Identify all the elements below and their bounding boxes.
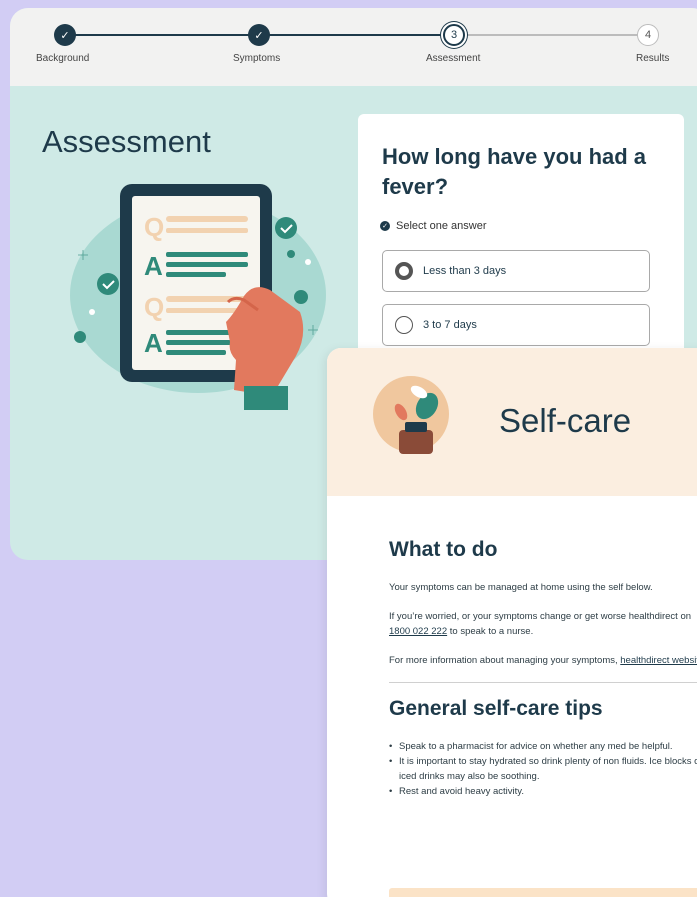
what-to-do-paragraph-2: If you’re worried, or your symptoms chan… (389, 609, 697, 639)
progress-stepper: ✓ Background ✓ Symptoms 3 Assessment 4 R… (10, 8, 697, 86)
step-4-label: Results (636, 53, 670, 64)
radio-selected-icon[interactable] (395, 262, 413, 280)
answer-option-less-than-3-days[interactable]: Less than 3 days (382, 250, 650, 292)
step-3-number: 3 (450, 29, 458, 41)
paragraph-text: For more information about managing your… (389, 655, 621, 666)
question-title: How long have you had a fever? (382, 144, 647, 199)
check-icon: ✓ (60, 29, 70, 42)
divider (389, 682, 697, 683)
step-4-indicator: 4 (637, 24, 659, 46)
tips-heading: General self-care tips (389, 697, 603, 720)
what-to-do-paragraph-1: Your symptoms can be managed at home usi… (389, 582, 653, 593)
step-3-indicator: 3 (443, 24, 465, 46)
question-hint-text: Select one answer (396, 220, 487, 232)
what-to-do-paragraph-3: For more information about managing your… (389, 653, 697, 668)
selfcare-bottom-band (389, 888, 697, 897)
answer-option-label: 3 to 7 days (423, 319, 477, 331)
paragraph-text: to speak to a nurse. (447, 626, 534, 637)
list-item: It is important to stay hydrated so drin… (389, 754, 697, 784)
step-1-check-icon[interactable]: ✓ (54, 24, 76, 46)
list-item: Speak to a pharmacist for advice on whet… (389, 739, 697, 754)
paragraph-text: If you’re worried, or your symptoms chan… (389, 611, 692, 622)
step-2-label: Symptoms (233, 53, 281, 64)
medication-icon (373, 376, 449, 454)
radio-unselected-icon[interactable] (395, 316, 413, 334)
check-circle-icon: ✓ (380, 221, 390, 231)
check-icon: ✓ (254, 29, 264, 42)
selfcare-title: Self-care (499, 402, 632, 439)
tips-list: Speak to a pharmacist for advice on whet… (389, 739, 697, 799)
answer-option-3-to-7-days[interactable]: 3 to 7 days (382, 304, 650, 346)
answer-option-label: Less than 3 days (423, 265, 507, 277)
step-2-check-icon[interactable]: ✓ (248, 24, 270, 46)
phone-link[interactable]: 1800 022 222 (389, 626, 447, 637)
selfcare-header: Self-care (327, 348, 697, 496)
step-3-label: Assessment (426, 53, 481, 64)
svg-text:A: A (144, 251, 163, 281)
page-title: Assessment (42, 124, 211, 159)
selfcare-body: What to do Your symptoms can be managed … (389, 538, 697, 799)
healthdirect-website-link[interactable]: healthdirect website (620, 655, 697, 666)
stepper-line-pending (466, 34, 646, 36)
selfcare-card: Self-care What to do Your symptoms can b… (327, 348, 697, 897)
svg-text:Q: Q (144, 212, 164, 242)
what-to-do-heading: What to do (389, 538, 498, 561)
tablet-qa-icon: Q A Q A (70, 184, 326, 410)
svg-text:Q: Q (144, 292, 164, 322)
step-1-label: Background (36, 53, 90, 64)
step-4-number: 4 (644, 29, 652, 41)
list-item: Rest and avoid heavy activity. (389, 784, 697, 799)
question-hint: ✓ Select one answer (380, 220, 487, 232)
svg-text:A: A (144, 328, 163, 358)
